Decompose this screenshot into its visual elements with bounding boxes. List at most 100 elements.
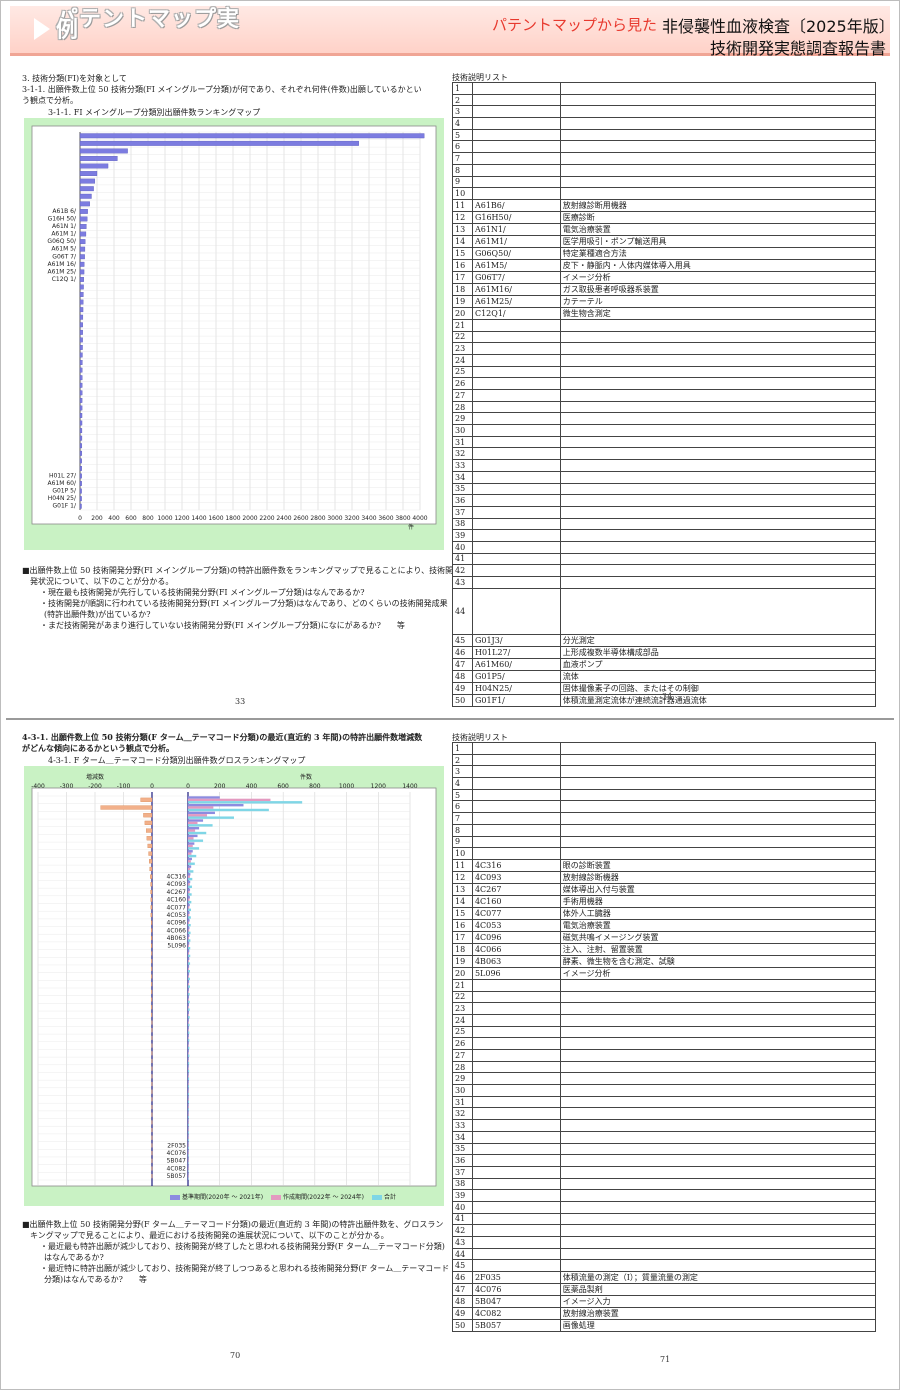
table-cell-code — [471, 517, 561, 531]
table-cell-no: 26 — [452, 1037, 473, 1050]
table-cell-desc: 皮下・静脈内・人体内媒体導入用具 — [559, 258, 877, 272]
bar-total — [188, 1092, 189, 1096]
table-cell-code — [471, 470, 561, 484]
table-cell-no: 22 — [452, 330, 473, 344]
table-cell-desc — [559, 470, 877, 484]
table-cell-desc: 眼の診断装置 — [559, 858, 877, 872]
bar-base — [188, 1072, 189, 1076]
table-cell-desc — [559, 1142, 877, 1156]
bar-recent — [188, 921, 190, 924]
bar-base — [188, 850, 193, 853]
table-cell-desc: 電気治療装置 — [559, 918, 877, 932]
table-cell-code — [471, 117, 561, 130]
table-cell-no: 44 — [452, 587, 473, 635]
table-cell-code — [471, 175, 561, 189]
table-row: 21 — [452, 318, 877, 332]
table-cell-desc: 体積流量の測定（Ⅰ）；質量流量の測定 — [559, 1271, 877, 1285]
axis-label-right: 件数 — [300, 774, 313, 781]
x-tick-label: 1200 — [174, 515, 189, 522]
table-row: 1 — [452, 82, 877, 95]
bar-total — [188, 1146, 189, 1150]
table-cell-no: 21 — [452, 978, 473, 992]
table-cell-desc: 手術用機器 — [559, 894, 877, 908]
table-cell-desc: 酵素、微生物を含む測定、試験 — [559, 954, 877, 968]
bar-total — [188, 1154, 189, 1157]
table-cell-code — [471, 1130, 561, 1144]
bar-total — [188, 862, 195, 865]
table-cell-desc — [559, 93, 877, 107]
bar-diff — [149, 866, 153, 872]
table-cell-code — [471, 788, 561, 802]
table-row: 9 — [452, 835, 877, 849]
table-cell-no: 10 — [452, 847, 473, 860]
left-tick-label: -300 — [60, 783, 74, 790]
table-row: 12 4C093 放射線診断機器 — [452, 870, 877, 884]
bar — [79, 231, 87, 237]
bar — [79, 186, 94, 192]
table-cell-no: 14 — [452, 234, 473, 248]
table-cell-desc — [559, 494, 877, 507]
table-cell-code: 2F035 — [471, 1271, 561, 1285]
table-cell-no: 28 — [452, 400, 473, 414]
table-cell-desc: 放射線治療装置 — [559, 1307, 877, 1321]
bar-total — [188, 954, 191, 958]
x-tick-label: 200 — [91, 515, 103, 522]
table-cell-desc — [559, 330, 877, 344]
x-tick-label: 3800 — [395, 515, 410, 522]
bar — [79, 322, 83, 328]
bar-diff — [146, 836, 153, 841]
table-cell-no: 7 — [452, 152, 473, 165]
category-label: 4C076 — [167, 1150, 187, 1157]
table-row: 2 — [452, 753, 877, 767]
table-cell-no: 29 — [452, 412, 473, 426]
header-badge-text: パテントマップ実例 — [56, 6, 241, 43]
bar-total — [188, 1123, 189, 1127]
table-row: 31 — [452, 435, 877, 449]
table-cell-no: 30 — [452, 1084, 473, 1097]
table-cell-code — [471, 494, 561, 507]
bar-recent — [188, 860, 191, 863]
table-row: 19 4B063 酵素、微生物を含む測定、試験 — [452, 954, 877, 968]
bar-total — [188, 931, 191, 935]
table-row: 49 H04N25/固体撮像素子の回路、またはその制御 — [452, 681, 877, 695]
table-cell-no: 9 — [452, 835, 473, 849]
bar-base — [188, 819, 204, 822]
table-row: 38 — [452, 1177, 877, 1191]
bar — [79, 397, 83, 403]
table-cell-desc — [559, 400, 877, 414]
table-cell-code — [471, 152, 561, 165]
table-cell-code — [471, 93, 561, 107]
ranking-chart-panel: 0 200 400 600 800 1000 1200 1400 1600 1800 2000 220… — [24, 118, 444, 550]
bar-base — [188, 827, 200, 830]
table-row: 30 — [452, 1084, 877, 1097]
table-cell-code — [471, 163, 561, 177]
table-cell-no: 31 — [452, 435, 473, 449]
category-label: 4C093 — [167, 881, 187, 888]
table-cell-desc — [559, 517, 877, 531]
category-label: 4C077 — [167, 904, 187, 911]
table-cell-code — [471, 365, 561, 379]
bottom-tech-list-table: 1 2 3 4 5 6 7 8 9 10 11 4C316 眼の診断装置 12 4C093 放射線診断機器 13… — [452, 742, 877, 1333]
table-cell-no: 2 — [452, 93, 473, 107]
table-row: 33 — [452, 459, 877, 472]
table-row: 28 — [452, 1060, 877, 1074]
table-cell-no: 41 — [452, 1212, 473, 1226]
note-line: ■出願件数上位 50 技術開発分野(FI メイングループ分類)の特許出願件数をラ… — [22, 566, 454, 575]
table-cell-code: G06T7/ — [471, 270, 561, 284]
bar — [79, 140, 359, 146]
table-row: 37 — [452, 505, 877, 519]
table-cell-desc — [559, 753, 877, 767]
table-row: 45 G01J3/分光測定 — [452, 633, 877, 647]
table-cell-no: 17 — [452, 270, 473, 284]
table-cell-code: A61M60/ — [471, 657, 561, 671]
bar-base — [188, 926, 190, 930]
category-label: A61M 60/ — [48, 480, 77, 487]
table-cell-desc — [559, 105, 877, 119]
table-row: 14 4C160 手術用機器 — [452, 894, 877, 908]
bar-recent — [188, 829, 196, 832]
table-cell-desc — [559, 552, 877, 566]
table-cell-desc — [559, 1200, 877, 1214]
table-cell-desc — [559, 1259, 877, 1273]
table-row: 21 — [452, 978, 877, 992]
legend-swatch-base — [170, 1195, 180, 1200]
